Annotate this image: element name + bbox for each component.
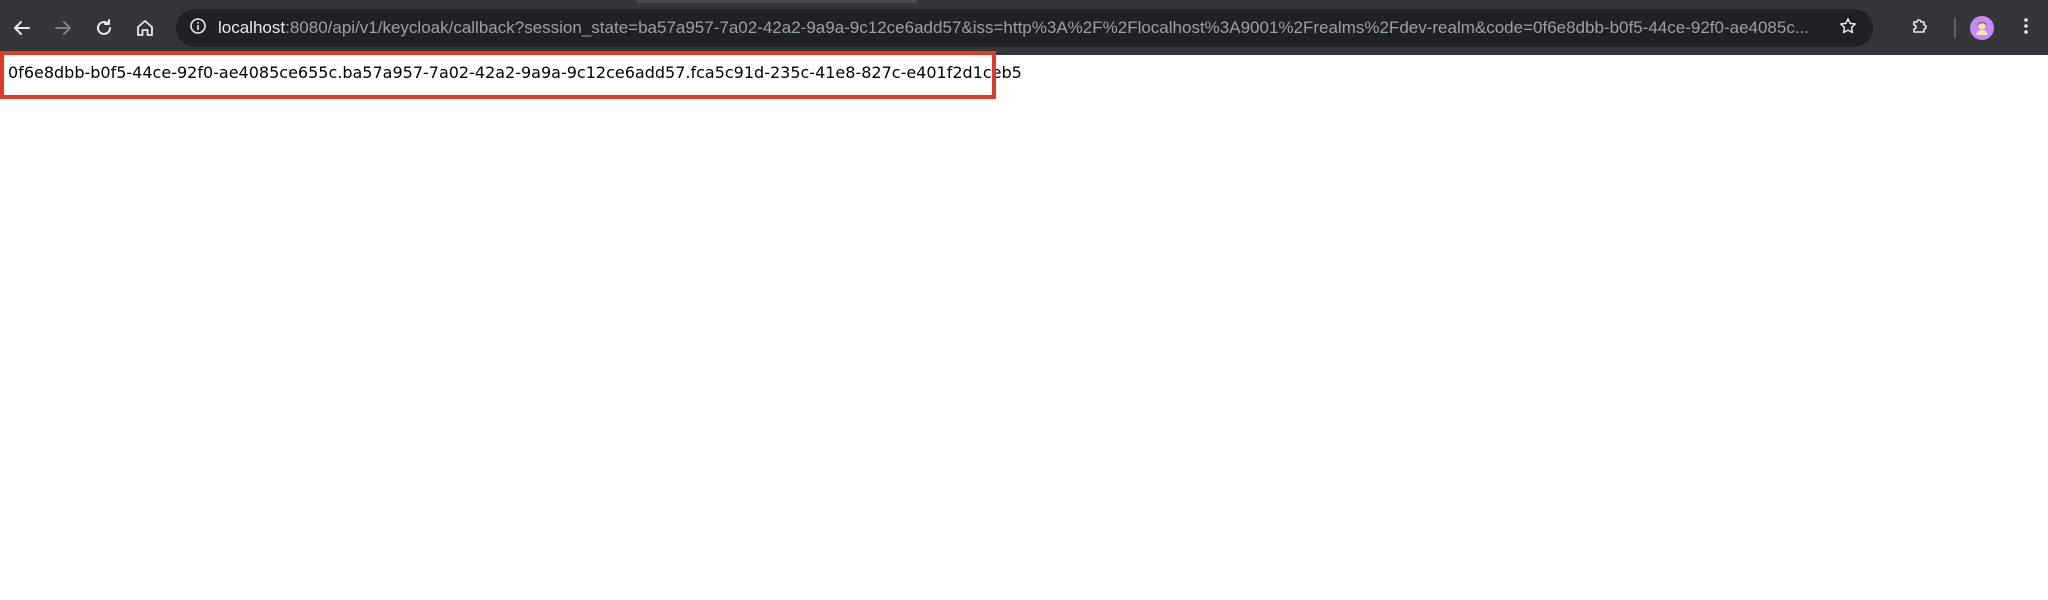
toolbar-divider xyxy=(1954,18,1956,38)
url-path: :8080/api/v1/keycloak/callback?session_s… xyxy=(285,18,1810,37)
more-vert-icon xyxy=(2023,16,2029,41)
star-icon xyxy=(1839,17,1857,40)
bookmark-button[interactable] xyxy=(1835,15,1861,41)
home-icon xyxy=(136,19,154,37)
reload-icon xyxy=(95,19,113,37)
url-text[interactable]: localhost:8080/api/v1/keycloak/callback?… xyxy=(218,9,1818,47)
address-bar[interactable]: localhost:8080/api/v1/keycloak/callback?… xyxy=(176,9,1873,47)
browser-toolbar: localhost:8080/api/v1/keycloak/callback?… xyxy=(0,0,2048,55)
extensions-button[interactable] xyxy=(1904,12,1936,44)
url-host: localhost xyxy=(218,18,286,37)
reload-button[interactable] xyxy=(88,12,120,44)
back-button[interactable] xyxy=(6,12,38,44)
highlight-annotation-box xyxy=(0,51,996,99)
arrow-right-icon xyxy=(54,19,72,37)
browser-menu-button[interactable] xyxy=(2010,12,2042,44)
info-icon xyxy=(189,17,207,40)
profile-avatar[interactable] xyxy=(1970,16,1994,40)
home-button[interactable] xyxy=(129,12,161,44)
arrow-left-icon xyxy=(13,19,31,37)
page-content: 0f6e8dbb-b0f5-44ce-92f0-ae4085ce655c.ba5… xyxy=(0,55,2048,600)
site-info-button[interactable] xyxy=(185,15,211,41)
puzzle-icon xyxy=(1910,16,1930,41)
active-tab-edge[interactable] xyxy=(636,0,918,3)
forward-button[interactable] xyxy=(47,12,79,44)
